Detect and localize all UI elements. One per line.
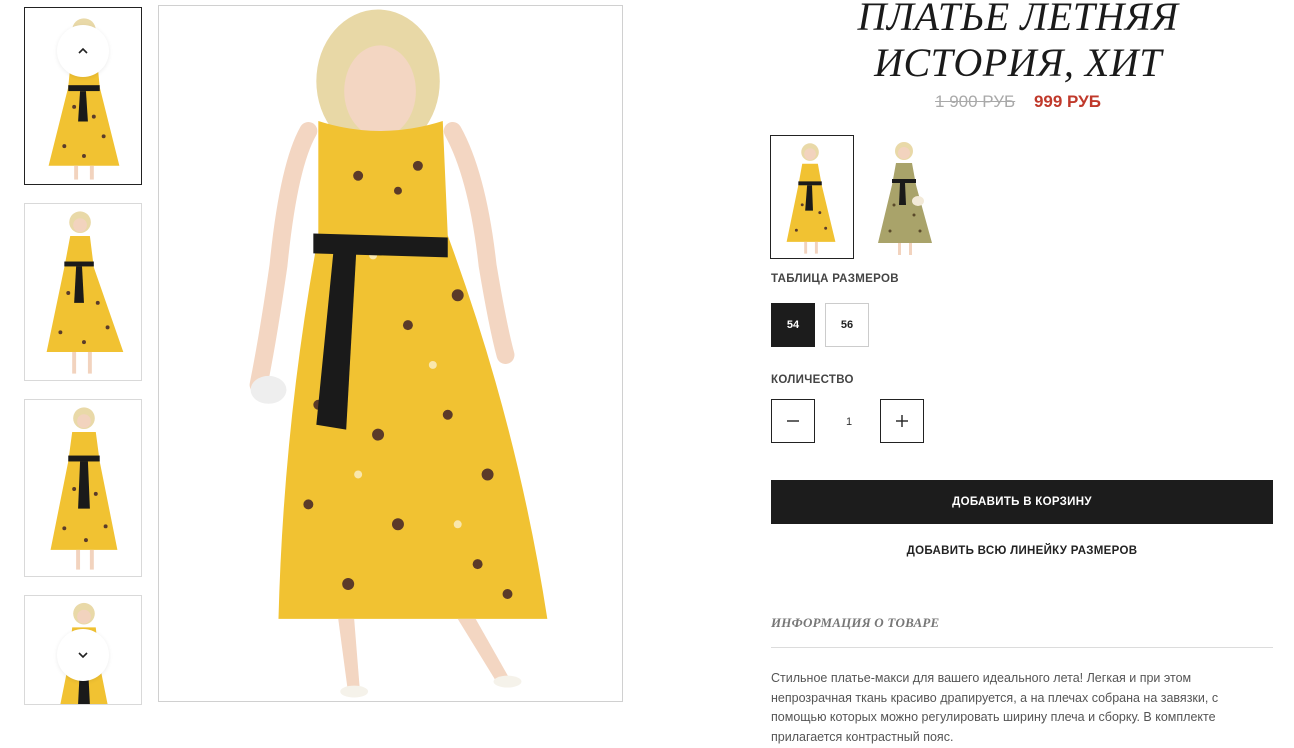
main-product-image[interactable]: [158, 5, 623, 702]
product-description: Стильное платье-макси для вашего идеальн…: [771, 671, 1219, 744]
quantity-input[interactable]: [815, 399, 883, 445]
minus-icon: [787, 420, 799, 422]
size-table-label: ТАБЛИЦА РАЗМЕРОВ: [771, 273, 899, 285]
add-to-cart-button[interactable]: ДОБАВИТЬ В КОРЗИНУ: [771, 480, 1273, 524]
color-option-olive[interactable]: [862, 135, 946, 259]
product-title: ПЛАТЬЕ ЛЕТНЯЯ ИСТОРИЯ, ХИТ: [857, 0, 1179, 85]
dress-thumbnail-image: [46, 211, 124, 374]
divider: [771, 647, 1273, 648]
chevron-up-icon: [78, 47, 88, 54]
dress-main-photo: [249, 9, 548, 698]
gallery-thumbnail-2[interactable]: [24, 203, 142, 381]
chevron-down-icon: [78, 652, 88, 659]
quantity-decrease-button[interactable]: [771, 399, 815, 443]
size-option-54[interactable]: 54: [771, 303, 815, 347]
product-info-heading[interactable]: ИНФОРМАЦИЯ О ТОВАРЕ: [771, 615, 939, 631]
gallery-scroll-up-button[interactable]: [57, 25, 109, 77]
price-block: 1 900 РУБ 999 РУБ: [760, 92, 1276, 112]
quantity-label: КОЛИЧЕСТВО: [771, 374, 854, 386]
quantity-increase-button[interactable]: [880, 399, 924, 443]
dress-thumbnail-image: [50, 407, 118, 570]
gallery-thumbnail-3[interactable]: [24, 399, 142, 577]
size-option-56[interactable]: 56: [825, 303, 869, 347]
olive-dress-swatch-image: [878, 142, 932, 255]
color-option-yellow[interactable]: [770, 135, 854, 259]
old-price: 1 900 РУБ: [935, 92, 1016, 111]
gallery-scroll-down-button[interactable]: [57, 629, 109, 681]
sale-price: 999 РУБ: [1033, 92, 1101, 111]
yellow-dress-swatch-image: [786, 143, 836, 254]
add-all-sizes-link[interactable]: ДОБАВИТЬ ВСЮ ЛИНЕЙКУ РАЗМЕРОВ: [771, 545, 1273, 557]
plus-icon: [896, 415, 908, 427]
